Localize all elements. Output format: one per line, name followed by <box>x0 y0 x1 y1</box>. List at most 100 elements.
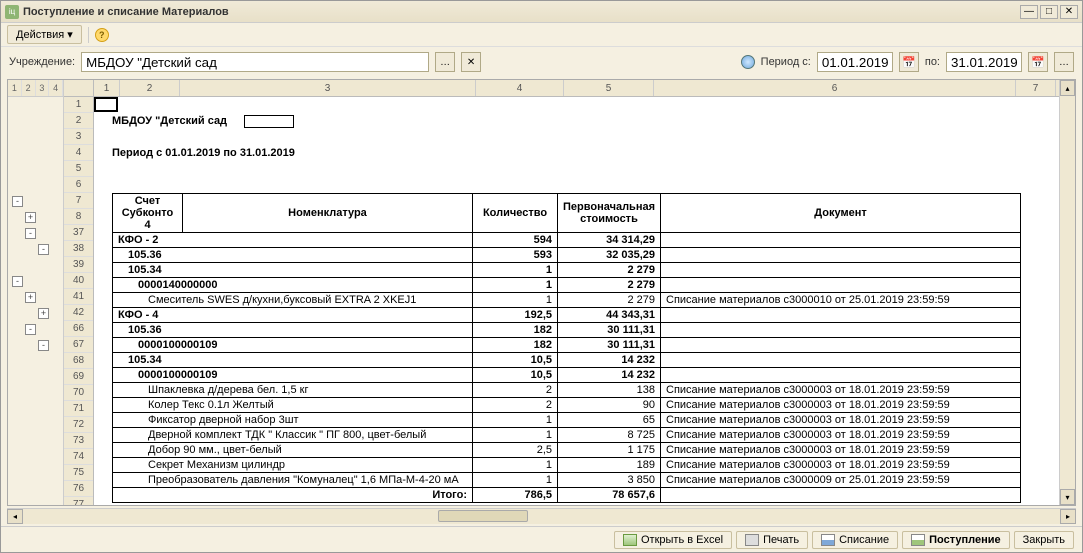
table-row[interactable]: 105.3412 279 <box>113 263 1021 278</box>
org-input[interactable] <box>81 52 429 72</box>
quantity-cell: 1 <box>473 263 558 278</box>
open-excel-button[interactable]: Открыть в Excel <box>614 531 732 549</box>
period-from-input[interactable] <box>817 52 893 72</box>
row-header[interactable]: 5 <box>64 161 93 177</box>
table-row[interactable]: Смеситель SWES д/кухни,буксовый EXTRA 2 … <box>113 293 1021 308</box>
row-header[interactable]: 68 <box>64 353 93 369</box>
org-clear-button[interactable]: ✕ <box>461 52 481 72</box>
row-header[interactable]: 67 <box>64 337 93 353</box>
collapse-icon[interactable]: - <box>38 340 49 351</box>
table-row[interactable]: КФО - 259434 314,29 <box>113 233 1021 248</box>
table-row[interactable]: Преобразователь давления "Комуналец" 1,6… <box>113 473 1021 488</box>
row-header[interactable]: 71 <box>64 401 93 417</box>
table-row[interactable]: 000014000000012 279 <box>113 278 1021 293</box>
calendar-from-button[interactable]: 📅 <box>899 52 919 72</box>
row-header[interactable]: 6 <box>64 177 93 193</box>
table-row[interactable]: Шпаклевка д/дерева бел. 1,5 кг2138Списан… <box>113 383 1021 398</box>
row-header[interactable]: 3 <box>64 129 93 145</box>
table-row[interactable]: Фиксатор дверной набор 3шт165Списание ма… <box>113 413 1021 428</box>
help-icon[interactable]: ? <box>95 28 109 42</box>
maximize-button[interactable]: □ <box>1040 5 1058 19</box>
collapse-icon[interactable]: - <box>25 324 36 335</box>
row-header[interactable]: 66 <box>64 321 93 337</box>
horizontal-scrollbar[interactable]: ◂ ▸ <box>7 508 1076 524</box>
row-header[interactable]: 74 <box>64 449 93 465</box>
row-header[interactable]: 8 <box>64 209 93 225</box>
table-row[interactable]: Добор 90 мм., цвет-белый2,51 175Списание… <box>113 443 1021 458</box>
row-header[interactable]: 73 <box>64 433 93 449</box>
app-window: iц Поступление и списание Материалов — □… <box>0 0 1083 553</box>
cost-cell: 189 <box>558 458 661 473</box>
table-row[interactable]: 105.3410,514 232 <box>113 353 1021 368</box>
outline-level-3[interactable]: 3 <box>36 80 50 96</box>
row-header[interactable]: 2 <box>64 113 93 129</box>
collapse-icon[interactable]: - <box>38 244 49 255</box>
row-header[interactable]: 7 <box>64 193 93 209</box>
collapse-icon[interactable]: - <box>12 276 23 287</box>
calendar-to-button[interactable]: 📅 <box>1028 52 1048 72</box>
outline-level-2[interactable]: 2 <box>22 80 36 96</box>
row-header[interactable]: 37 <box>64 225 93 241</box>
column-header[interactable]: 7 <box>1016 80 1056 96</box>
outline-level-1[interactable]: 1 <box>8 80 22 96</box>
table-row[interactable]: КФО - 4192,544 343,31 <box>113 308 1021 323</box>
actions-menu[interactable]: Действия ▾ <box>7 25 82 44</box>
row-header[interactable]: 77 <box>64 497 93 506</box>
scroll-down-button[interactable]: ▾ <box>1060 489 1075 505</box>
row-header[interactable]: 42 <box>64 305 93 321</box>
table-row[interactable]: Секрет Механизм цилиндр1189Списание мате… <box>113 458 1021 473</box>
collapse-icon[interactable]: - <box>12 196 23 207</box>
column-header[interactable]: 4 <box>476 80 564 96</box>
column-header[interactable]: 2 <box>120 80 180 96</box>
scroll-up-button[interactable]: ▴ <box>1060 80 1075 96</box>
receipt-button[interactable]: Поступление <box>902 531 1010 549</box>
row-header[interactable]: 72 <box>64 417 93 433</box>
hscroll-thumb[interactable] <box>438 510 528 522</box>
period-to-input[interactable] <box>946 52 1022 72</box>
row-header[interactable]: 70 <box>64 385 93 401</box>
table-row[interactable]: 105.3659332 035,29 <box>113 248 1021 263</box>
row-header[interactable]: 40 <box>64 273 93 289</box>
table-row[interactable]: 000010000010918230 111,31 <box>113 338 1021 353</box>
row-header[interactable]: 4 <box>64 145 93 161</box>
table-row[interactable]: 000010000010910,514 232 <box>113 368 1021 383</box>
expand-icon[interactable]: + <box>25 292 36 303</box>
row-header[interactable]: 38 <box>64 241 93 257</box>
row-header[interactable]: 69 <box>64 369 93 385</box>
row-header[interactable]: 1 <box>64 97 93 113</box>
outline-level-4[interactable]: 4 <box>49 80 63 96</box>
close-window-button[interactable]: ✕ <box>1060 5 1078 19</box>
print-button[interactable]: Печать <box>736 531 808 549</box>
scroll-track[interactable] <box>1060 96 1075 489</box>
table-row[interactable]: Дверной комплект ТДК " Классик " ПГ 800,… <box>113 428 1021 443</box>
scroll-right-button[interactable]: ▸ <box>1060 509 1076 524</box>
column-header[interactable]: 5 <box>564 80 654 96</box>
org-select-button[interactable]: … <box>435 52 455 72</box>
quantity-cell: 2 <box>473 383 558 398</box>
scroll-left-button[interactable]: ◂ <box>7 509 23 524</box>
write-off-button[interactable]: Списание <box>812 531 898 549</box>
cost-cell: 1 175 <box>558 443 661 458</box>
column-header[interactable]: 3 <box>180 80 476 96</box>
quantity-cell: 593 <box>473 248 558 263</box>
column-header[interactable]: 6 <box>654 80 1016 96</box>
row-header[interactable]: 41 <box>64 289 93 305</box>
column-header[interactable]: 1 <box>94 80 120 96</box>
close-button[interactable]: Закрыть <box>1014 531 1074 549</box>
collapse-icon[interactable]: - <box>25 228 36 239</box>
document-cell <box>661 233 1021 248</box>
row-header[interactable]: 76 <box>64 481 93 497</box>
hscroll-track[interactable] <box>23 509 1060 524</box>
expand-icon[interactable]: + <box>25 212 36 223</box>
nomenclature-cell: КФО - 4 <box>113 308 473 323</box>
row-header[interactable]: 39 <box>64 257 93 273</box>
minimize-button[interactable]: — <box>1020 5 1038 19</box>
table-row[interactable]: 105.3618230 111,31 <box>113 323 1021 338</box>
vertical-scrollbar[interactable]: ▴ ▾ <box>1059 80 1075 505</box>
row-header[interactable]: 75 <box>64 465 93 481</box>
table-row[interactable]: Колер Текс 0.1л Желтый290Списание матери… <box>113 398 1021 413</box>
period-picker-button[interactable]: … <box>1054 52 1074 72</box>
expand-icon[interactable]: + <box>38 308 49 319</box>
period-to-label: по: <box>925 56 940 68</box>
active-cell-cursor[interactable] <box>94 97 118 112</box>
